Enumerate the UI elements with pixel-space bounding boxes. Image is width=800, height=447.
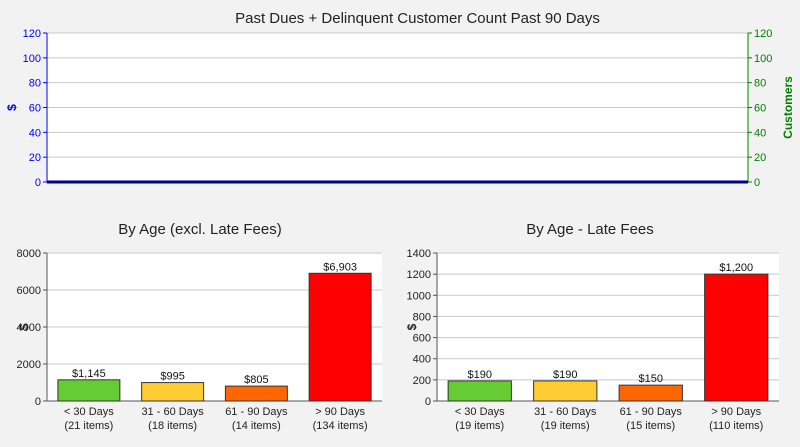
x-tick-sublabel: (19 items)	[455, 420, 504, 432]
x-tick-sublabel: (134 items)	[313, 420, 368, 432]
bar	[308, 272, 372, 402]
y2-tick-label: 80	[754, 78, 766, 90]
y-tick-label: 0	[35, 396, 41, 408]
y-tick-label: 600	[413, 333, 431, 345]
dashboard: 0 20 40 60 80 100 120 0 20 40 60 80 100 120 Past Dues …	[0, 0, 800, 442]
bar	[618, 384, 683, 402]
x-tick-label: 61 - 90 Days	[620, 406, 683, 418]
y-tick-label: 120	[23, 28, 41, 40]
bar	[141, 382, 205, 402]
x-tick-label: 31 - 60 Days	[141, 406, 204, 418]
y-tick-label: 100	[23, 53, 41, 65]
y2-tick-label: 0	[754, 177, 760, 189]
y-tick-label: 40	[29, 127, 41, 139]
x-tick-sublabel: (18 items)	[148, 420, 197, 432]
x-tick-sublabel: (110 items)	[709, 420, 763, 432]
x-tick-label: > 90 Days	[315, 406, 365, 418]
y2-tick-label: 20	[754, 152, 766, 164]
y-tick-label: 8000	[17, 248, 41, 260]
y-tick-label: 0	[425, 396, 431, 408]
data-label: $1,200	[719, 262, 753, 274]
x-tick-sublabel: (19 items)	[541, 420, 590, 432]
y-tick-label: 2000	[17, 359, 41, 371]
x-tick-sublabel: (15 items)	[626, 420, 675, 432]
x-tick-sublabel: (14 items)	[232, 420, 281, 432]
chart-title: Past Dues + Delinquent Customer Count Pa…	[235, 10, 600, 27]
y-tick-label: 1000	[407, 290, 431, 302]
y-tick-label: 400	[413, 354, 431, 366]
chart-title: By Age - Late Fees	[526, 221, 654, 238]
data-label: $6,903	[323, 261, 357, 273]
x-tick-label: 31 - 60 Days	[534, 406, 597, 418]
data-label: $190	[468, 369, 492, 381]
x-tick-sublabel: (21 items)	[64, 420, 113, 432]
bar	[704, 273, 769, 402]
y-tick-label: 60	[29, 103, 41, 115]
chart-bar-2: 0 200 400 600 800 1000 1200 1400 $190 < 30 Days (1…	[405, 221, 779, 432]
data-label: $1,145	[72, 368, 106, 380]
y-tick-label: 6000	[17, 285, 41, 297]
data-label: $805	[244, 374, 268, 386]
y2-tick-label: 100	[754, 53, 772, 65]
data-label: $150	[639, 373, 663, 385]
bar	[224, 385, 288, 402]
y-tick-label: 20	[29, 152, 41, 164]
bar	[447, 380, 512, 402]
chart-bar-1: 02000400060008000$1,145< 30 Days(21 item…	[17, 221, 382, 432]
y-tick-label: 200	[413, 375, 431, 387]
x-tick-label: > 90 Days	[711, 406, 761, 418]
y2-tick-label: 40	[754, 127, 766, 139]
y-axis-title: $	[5, 104, 19, 111]
y-axis-title: $	[17, 323, 31, 330]
y-tick-label: 0	[35, 177, 41, 189]
x-tick-label: < 30 Days	[64, 406, 114, 418]
chart-title: By Age (excl. Late Fees)	[118, 221, 281, 238]
y-tick-label: 1200	[407, 269, 431, 281]
y-tick-label: 800	[413, 311, 431, 323]
data-label: $190	[553, 369, 577, 381]
x-tick-label: < 30 Days	[455, 406, 505, 418]
y-axis-title: $	[405, 323, 419, 330]
charts-canvas: 020406080100120020406080100120Past Dues …	[5, 10, 795, 432]
y2-axis-title: Customers	[781, 76, 795, 139]
data-label: $995	[160, 371, 184, 383]
y-tick-label: 1400	[407, 248, 431, 260]
y-tick-label: 80	[29, 78, 41, 90]
chart-past-dues: 0 20 40 60 80 100 120 0 20 40 60 80 100 120 Past Dues …	[5, 10, 795, 189]
bar	[57, 379, 121, 402]
y2-tick-label: 120	[754, 28, 772, 40]
y2-tick-label: 60	[754, 103, 766, 115]
bar	[533, 380, 598, 402]
x-tick-label: 61 - 90 Days	[225, 406, 288, 418]
